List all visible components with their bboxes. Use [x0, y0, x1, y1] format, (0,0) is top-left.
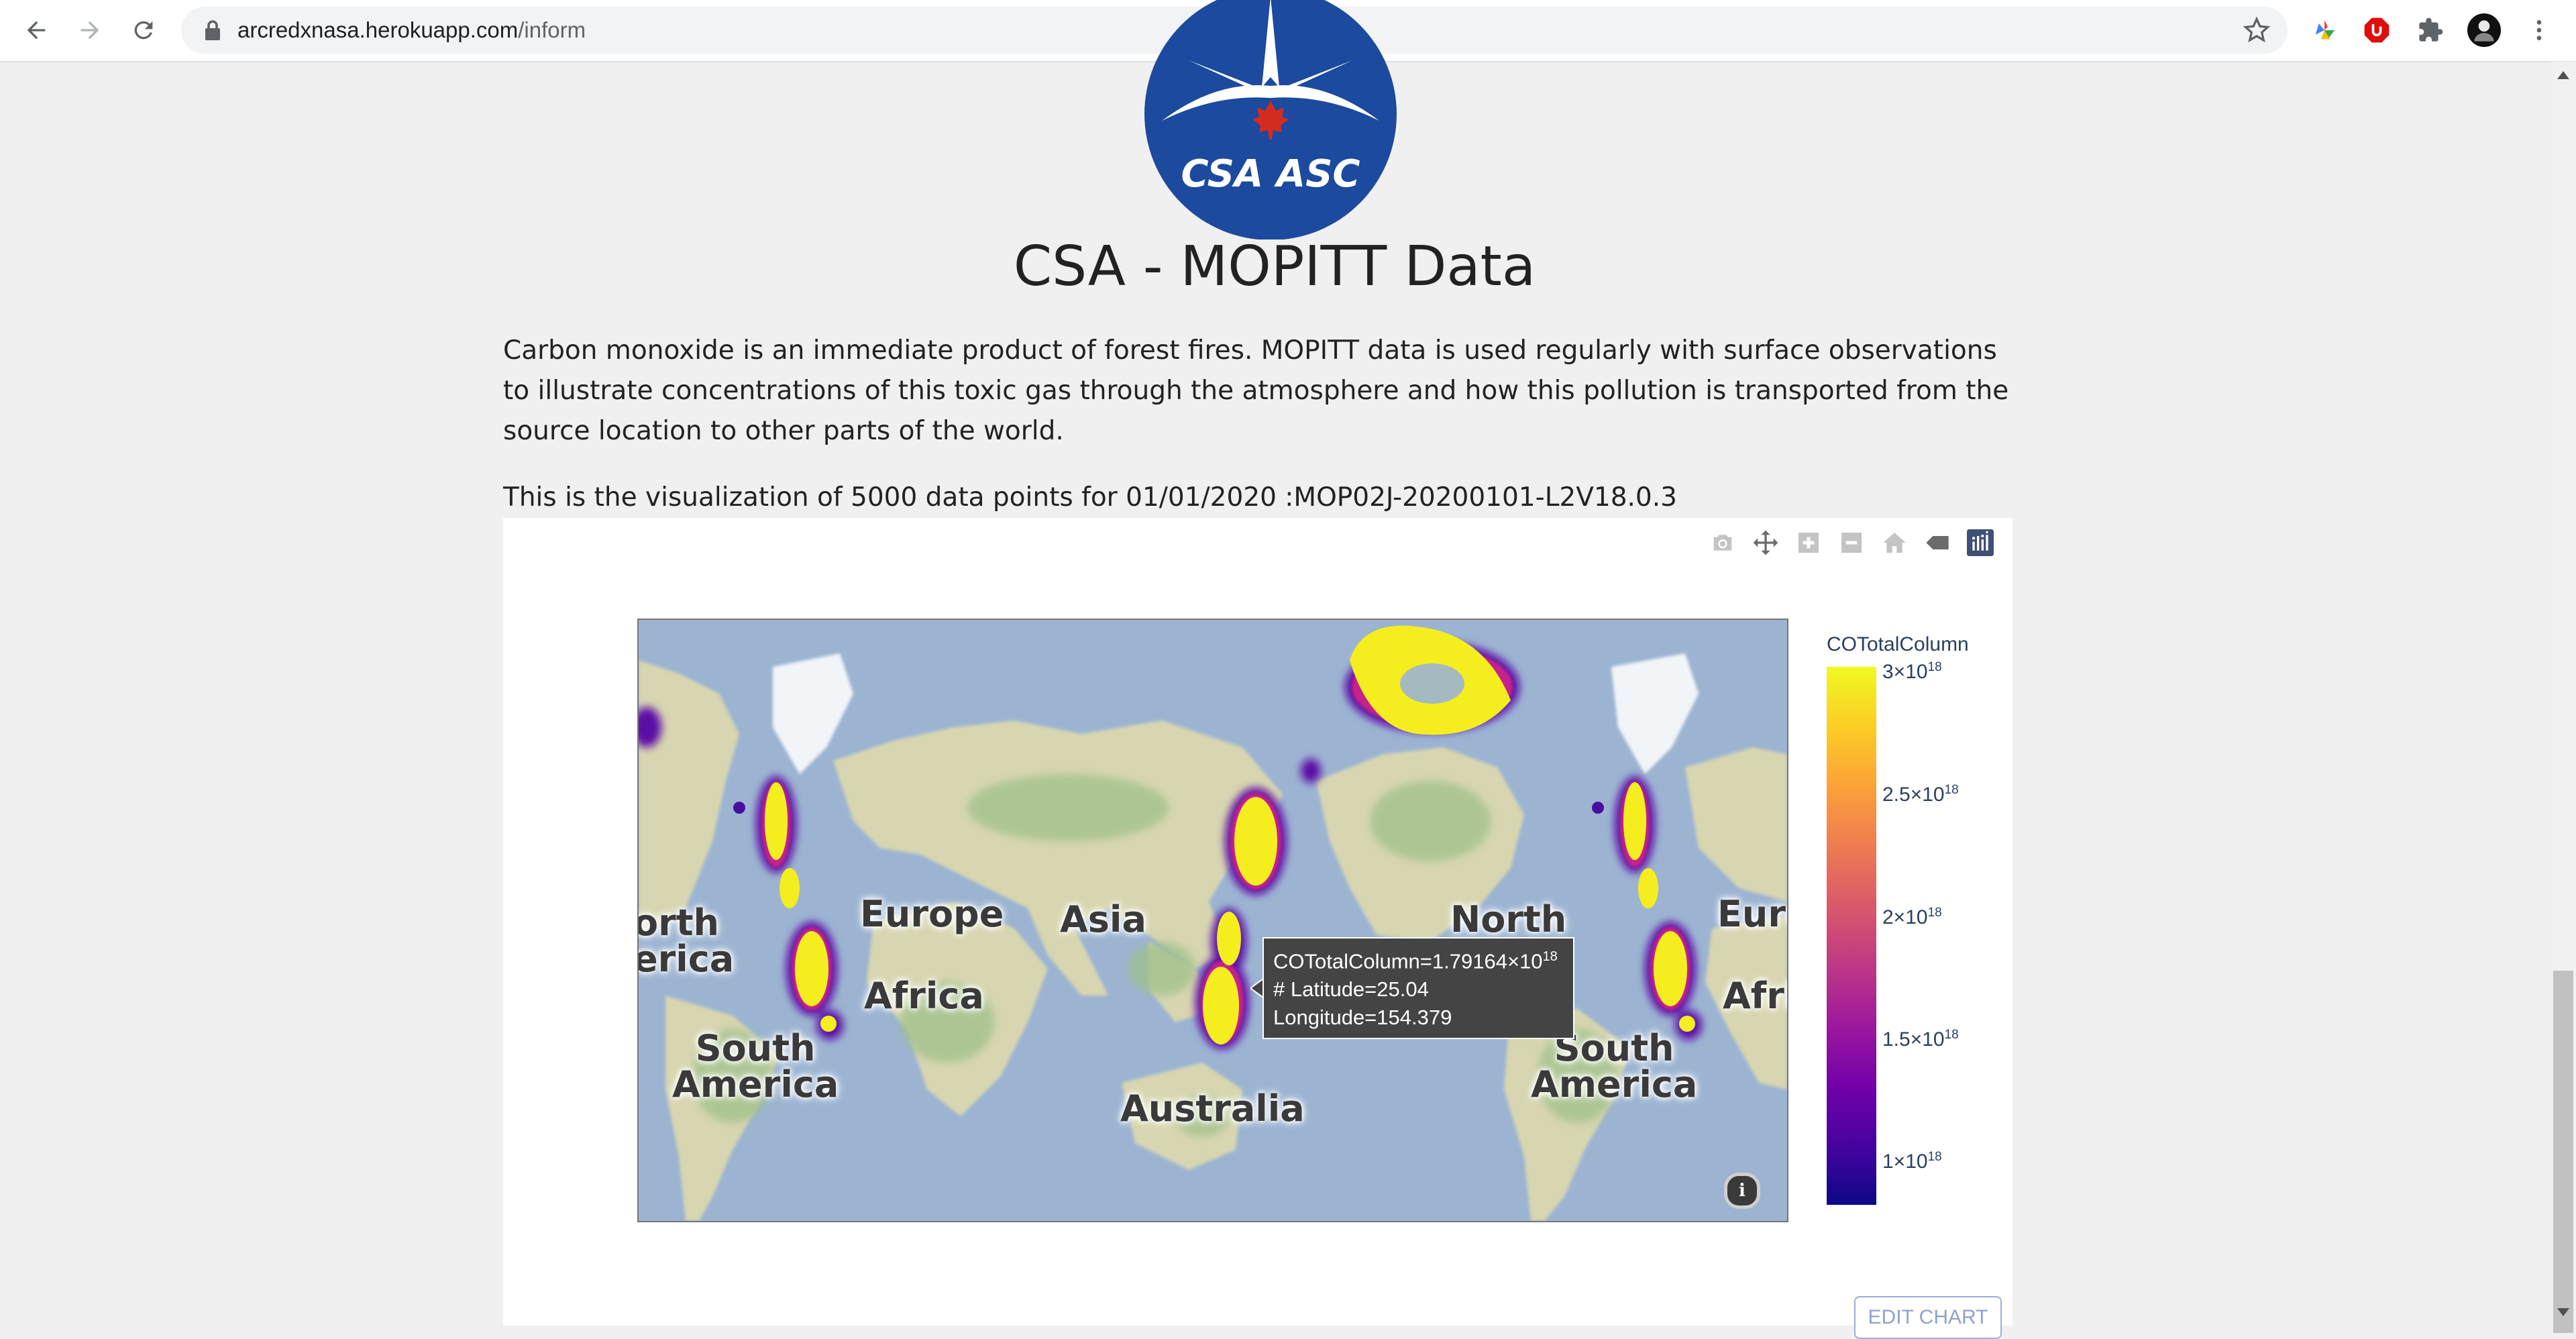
reload-button[interactable] — [123, 10, 164, 50]
colorbar-tick-exponent: 18 — [1944, 1028, 1959, 1042]
colorbar-tick-mantissa: 3×10 — [1882, 661, 1928, 683]
tooltip-co-exponent: 18 — [1542, 949, 1558, 964]
colorbar-tick-exponent: 18 — [1927, 1150, 1942, 1164]
edit-chart-button[interactable]: EDIT CHART — [1854, 1296, 2002, 1339]
map-label-australia: Australia — [1120, 1087, 1305, 1130]
colorbar-tick: 2×1018 — [1882, 906, 1942, 929]
scroll-up-arrow-icon[interactable] — [2557, 71, 2569, 79]
hover-icon[interactable] — [1922, 527, 1953, 558]
colorbar-tick-mantissa: 1.5×10 — [1882, 1028, 1945, 1051]
page-title: CSA - MOPITT Data — [1013, 235, 1536, 299]
colorbar-tick-exponent: 18 — [1944, 783, 1959, 797]
zoom-out-icon[interactable] — [1836, 527, 1867, 558]
back-button[interactable] — [16, 10, 56, 50]
plotly-logo-icon[interactable] — [1965, 527, 1996, 558]
colorbar-tick: 1×1018 — [1882, 1150, 1942, 1173]
colorbar-tick: 3×1018 — [1882, 660, 1942, 684]
map-label-asia: Asia — [1060, 898, 1146, 941]
colorbar-tick-exponent: 18 — [1927, 906, 1942, 920]
url-text: arcredxnasa.herokuapp.com/inform — [237, 7, 586, 54]
color-extension-icon[interactable] — [2308, 13, 2341, 47]
colorbar-tick: 1.5×1018 — [1882, 1028, 1959, 1051]
tooltip-co-value: COTotalColumn=1.79164×1018 — [1273, 943, 1573, 975]
reload-icon — [134, 21, 153, 40]
forward-button[interactable] — [70, 10, 110, 50]
scroll-down-arrow-icon[interactable] — [2557, 1308, 2569, 1316]
colorbar-tick: 2.5×1018 — [1882, 783, 1959, 806]
map-basemap — [639, 620, 1787, 1221]
colorbar-title: COTotalColumn — [1827, 633, 1969, 655]
hover-tooltip: COTotalColumn=1.79164×1018 # Latitude=25… — [1263, 937, 1574, 1039]
pan-icon[interactable] — [1750, 527, 1781, 558]
home-icon[interactable] — [1879, 527, 1910, 558]
map-label-europe: Europe — [860, 893, 1004, 935]
bookmark-star-icon[interactable] — [2242, 15, 2271, 45]
url-path: /inform — [518, 17, 586, 42]
colorbar-tick-mantissa: 1×10 — [1882, 1150, 1928, 1173]
lock-icon — [205, 20, 220, 40]
density-map[interactable]: orth erica Europe Asia Africa South Amer… — [637, 619, 1788, 1222]
map-label-south-america: South America — [672, 1027, 839, 1106]
tooltip-longitude: Longitude=154.379 — [1273, 1006, 1452, 1030]
map-label-europe-right: Eurc — [1717, 893, 1787, 935]
logo-text: CSA ASC — [1181, 152, 1360, 196]
intro-paragraph: Carbon monoxide is an immediate product … — [503, 335, 2009, 446]
colorbar-tick-mantissa: 2×10 — [1882, 906, 1928, 928]
camera-icon[interactable] — [1707, 527, 1738, 558]
colorbar-gradient — [1827, 667, 1876, 1205]
url-host: arcredxnasa.herokuapp.com — [237, 17, 519, 42]
map-label-south-america-right: South America — [1531, 1027, 1698, 1106]
plot-container: orth erica Europe Asia Africa South Amer… — [503, 518, 2012, 1339]
page-scrollbar[interactable] — [2551, 62, 2576, 1333]
adblock-extension-icon[interactable] — [2360, 13, 2394, 47]
extensions-puzzle-icon[interactable] — [2414, 13, 2447, 47]
plot-modebar — [1707, 527, 1996, 558]
map-label-north-america-left: orth erica — [637, 902, 735, 980]
tooltip-latitude: # Latitude=25.04 — [1273, 977, 1429, 1002]
profile-avatar-icon[interactable] — [2467, 13, 2501, 47]
map-label-north: North — [1450, 898, 1567, 941]
tooltip-co-mantissa: COTotalColumn=1.79164×10 — [1273, 949, 1543, 973]
chrome-menu-icon[interactable] — [2522, 13, 2556, 47]
forward-arrow-icon — [80, 21, 99, 40]
colorbar-tick-exponent: 18 — [1927, 660, 1942, 674]
colorbar-tick-mantissa: 2.5×10 — [1882, 784, 1945, 806]
back-arrow-icon — [27, 21, 46, 40]
visualization-caption: This is the visualization of 5000 data p… — [503, 482, 1677, 513]
map-attribution-info-icon[interactable]: i — [1724, 1173, 1760, 1209]
map-label-africa-right: Afri — [1723, 975, 1787, 1017]
map-label-africa: Africa — [864, 975, 984, 1017]
csa-logo: CSA ASC — [1142, 0, 1399, 239]
scroll-thumb[interactable] — [2553, 971, 2573, 1333]
zoom-in-icon[interactable] — [1793, 527, 1824, 558]
